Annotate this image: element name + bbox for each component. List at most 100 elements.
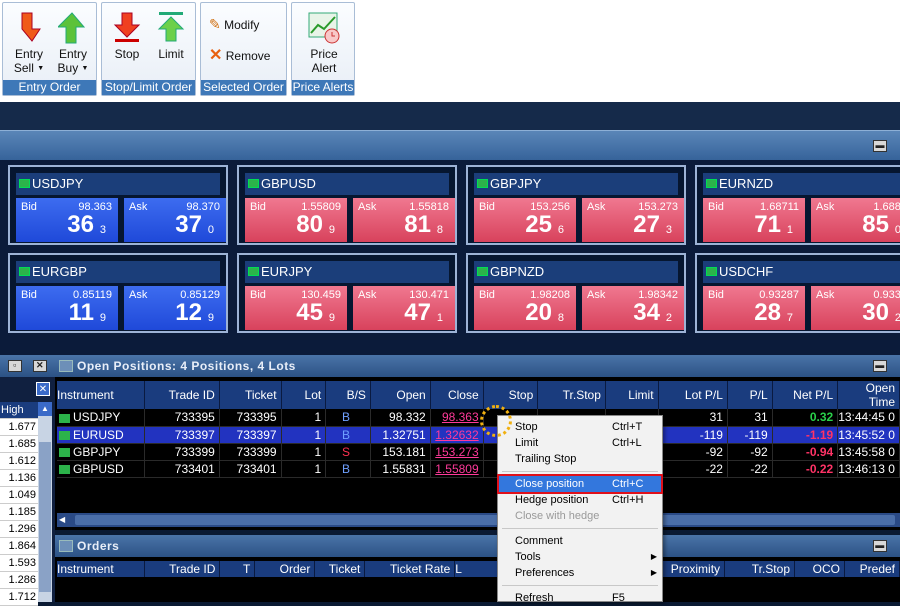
- column-header[interactable]: Ticket Rate: [364, 561, 456, 577]
- column-header[interactable]: Ticket: [314, 561, 366, 577]
- ask-price-button[interactable]: Ask 98.370 37 0: [124, 198, 226, 242]
- close-rate-cell[interactable]: 153.273: [430, 443, 484, 461]
- ask-price-button[interactable]: Ask 1.55818 81 8: [353, 198, 455, 242]
- minimize-icon[interactable]: ▬: [873, 540, 887, 552]
- table-row[interactable]: EURUSD 733397 733397 1 B 1.32751 1.32632 -119 -1…: [57, 426, 900, 444]
- menu-label: Comment: [515, 535, 563, 547]
- remove-button[interactable]: ✕ Remove: [209, 48, 285, 64]
- rate-tile[interactable]: USDCHFBid0.93287287Ask0.9330302: [695, 253, 900, 333]
- close-rate-cell[interactable]: 1.32632: [430, 426, 484, 444]
- column-header[interactable]: P/L: [727, 381, 773, 409]
- restore-icon[interactable]: ▫: [8, 360, 22, 372]
- close-rate-cell[interactable]: 1.55809: [430, 460, 484, 478]
- modify-button[interactable]: ✎ Modify: [209, 17, 285, 32]
- menu-item-close-position[interactable]: Close position Ctrl+C: [497, 474, 663, 494]
- column-header[interactable]: Tr.Stop: [537, 381, 606, 409]
- table-row[interactable]: USDJPY 733395 733395 1 B 98.332 98.363 31 31 0.32…: [57, 409, 900, 427]
- column-header[interactable]: Lot: [281, 381, 327, 409]
- column-header[interactable]: Instrument: [57, 561, 146, 577]
- column-header[interactable]: B/S: [325, 381, 371, 409]
- rate-tile[interactable]: GBPUSD Bid 1.55809 80 9 Ask 1.55818 81 8: [237, 165, 457, 245]
- rate-tile[interactable]: USDJPY Bid 98.363 36 3 Ask 98.370 37 0: [8, 165, 228, 245]
- bid-pip-digit: 9: [99, 312, 106, 324]
- bid-price-button[interactable]: Bid 98.363 36 3: [16, 198, 118, 242]
- ask-price-button[interactable]: Ask 1.98342 34 2: [582, 286, 684, 330]
- column-header[interactable]: Proximity: [654, 561, 726, 577]
- dealing-rates-panel: USDJPY Bid 98.363 36 3 Ask 98.370 37 0 GBPUSD Bid 1…: [0, 160, 900, 355]
- bid-price-button[interactable]: Bid 0.85119 11 9: [16, 286, 118, 330]
- column-header[interactable]: Lot P/L: [658, 381, 728, 409]
- entry-buy-button[interactable]: Entry Buy ▼: [53, 11, 93, 76]
- lot-cell-text: 1: [314, 427, 322, 442]
- ask-label: Ask: [587, 201, 606, 213]
- entry-sell-button[interactable]: Entry Sell ▼: [9, 11, 49, 76]
- column-header[interactable]: Trade ID: [144, 561, 221, 577]
- rate-tile[interactable]: EURGBP Bid 0.85119 11 9 Ask 0.85129 12 9: [8, 253, 228, 333]
- column-header[interactable]: Limit: [605, 381, 659, 409]
- scroll-left-icon[interactable]: ◀: [59, 514, 71, 526]
- column-header[interactable]: Predef: [844, 561, 900, 577]
- close-icon[interactable]: ✕: [33, 360, 47, 372]
- column-header[interactable]: T: [219, 561, 256, 577]
- open-time-cell-text: 13:44:45 0: [838, 410, 895, 425]
- lot-cell: 1: [281, 460, 327, 478]
- menu-item-trailing-stop[interactable]: Trailing Stop: [499, 451, 661, 467]
- buy-sell-cell: B: [325, 426, 371, 444]
- minimize-icon[interactable]: ▬: [873, 140, 887, 152]
- bid-price-button[interactable]: Bid 130.459 45 9: [245, 286, 347, 330]
- ask-label: Ask: [587, 289, 606, 301]
- scrollbar-thumb[interactable]: [39, 442, 51, 592]
- ask-price-button[interactable]: Ask0.9330302: [811, 286, 900, 330]
- scrollbar-thumb[interactable]: [75, 515, 895, 525]
- column-header[interactable]: Net P/L: [772, 381, 839, 409]
- rate-tile[interactable]: EURJPY Bid 130.459 45 9 Ask 130.471 47 1: [237, 253, 457, 333]
- rate-tile[interactable]: GBPJPY Bid 153.256 25 6 Ask 153.273 27 3: [466, 165, 686, 245]
- table-row[interactable]: GBPJPY 733399 733399 1 S 153.181 153.273 -92 -92…: [57, 443, 900, 461]
- column-header[interactable]: OCO: [794, 561, 845, 577]
- column-header[interactable]: Ticket: [219, 381, 282, 409]
- column-header[interactable]: Tr.Stop: [724, 561, 795, 577]
- bid-price-button[interactable]: Bid 1.98208 20 8: [474, 286, 576, 330]
- column-header[interactable]: Order: [254, 561, 316, 577]
- menu-item-tools[interactable]: Tools ▶: [499, 549, 661, 565]
- price-alert-button[interactable]: Price Alert: [296, 11, 352, 75]
- pl-cell-text: -119: [744, 427, 768, 442]
- ticket-cell: 733397: [219, 426, 282, 444]
- horizontal-scrollbar[interactable]: ◀: [57, 513, 900, 527]
- ask-price-button[interactable]: Ask 153.273 27 3: [582, 198, 684, 242]
- bid-price-button[interactable]: Bid 0.93287 28 7: [703, 286, 805, 330]
- ask-price-button[interactable]: Ask1.6885850: [811, 198, 900, 242]
- column-header[interactable]: Close: [430, 381, 484, 409]
- vertical-scrollbar[interactable]: ▲: [38, 402, 52, 602]
- bid-price-button[interactable]: Bid 1.55809 80 9: [245, 198, 347, 242]
- stop-button[interactable]: Stop: [108, 11, 146, 61]
- bid-price-button[interactable]: Bid 153.256 25 6: [474, 198, 576, 242]
- ask-price-button[interactable]: Ask 0.85129 12 9: [124, 286, 226, 330]
- ask-price-button[interactable]: Ask 130.471 47 1: [353, 286, 455, 330]
- column-header[interactable]: Open Time: [837, 381, 900, 409]
- menu-item-limit[interactable]: Limit Ctrl+L: [499, 435, 661, 451]
- menu-item-stop[interactable]: Stop Ctrl+T: [499, 419, 661, 435]
- menu-item-hedge-position[interactable]: Hedge position Ctrl+H: [499, 492, 661, 508]
- menu-item-comment[interactable]: Comment: [499, 533, 661, 549]
- table-row[interactable]: GBPUSD 733401 733401 1 B 1.55831 1.55809 -22 -22…: [57, 460, 900, 478]
- menu-item-refresh[interactable]: Refresh F5: [499, 590, 661, 606]
- lot-pl-cell-text: -92: [705, 444, 723, 459]
- high-value-cell: 1.864: [0, 538, 38, 555]
- ask-label: Ask: [816, 201, 835, 213]
- column-header[interactable]: Trade ID: [144, 381, 220, 409]
- minimize-icon[interactable]: ▬: [873, 360, 887, 372]
- menu-item-preferences[interactable]: Preferences ▶: [499, 565, 661, 581]
- column-header[interactable]: Instrument: [57, 381, 146, 409]
- scroll-up-icon[interactable]: ▲: [38, 402, 52, 416]
- price-alert-chart-icon: [308, 12, 340, 44]
- close-panel-icon[interactable]: ✕: [36, 382, 50, 396]
- rate-tile[interactable]: GBPNZD Bid 1.98208 20 8 Ask 1.98342 34 2: [466, 253, 686, 333]
- rate-tile[interactable]: EURNZDBid1.68711711Ask1.6885850: [695, 165, 900, 245]
- column-header[interactable]: Open: [370, 381, 431, 409]
- close-rate-cell[interactable]: 98.363: [430, 409, 484, 427]
- instrument-symbol: USDJPY: [32, 176, 84, 191]
- bid-price-button[interactable]: Bid 1.68711 71 1: [703, 198, 805, 242]
- trade-id-cell: 733399: [144, 443, 220, 461]
- limit-button[interactable]: Limit: [152, 11, 190, 61]
